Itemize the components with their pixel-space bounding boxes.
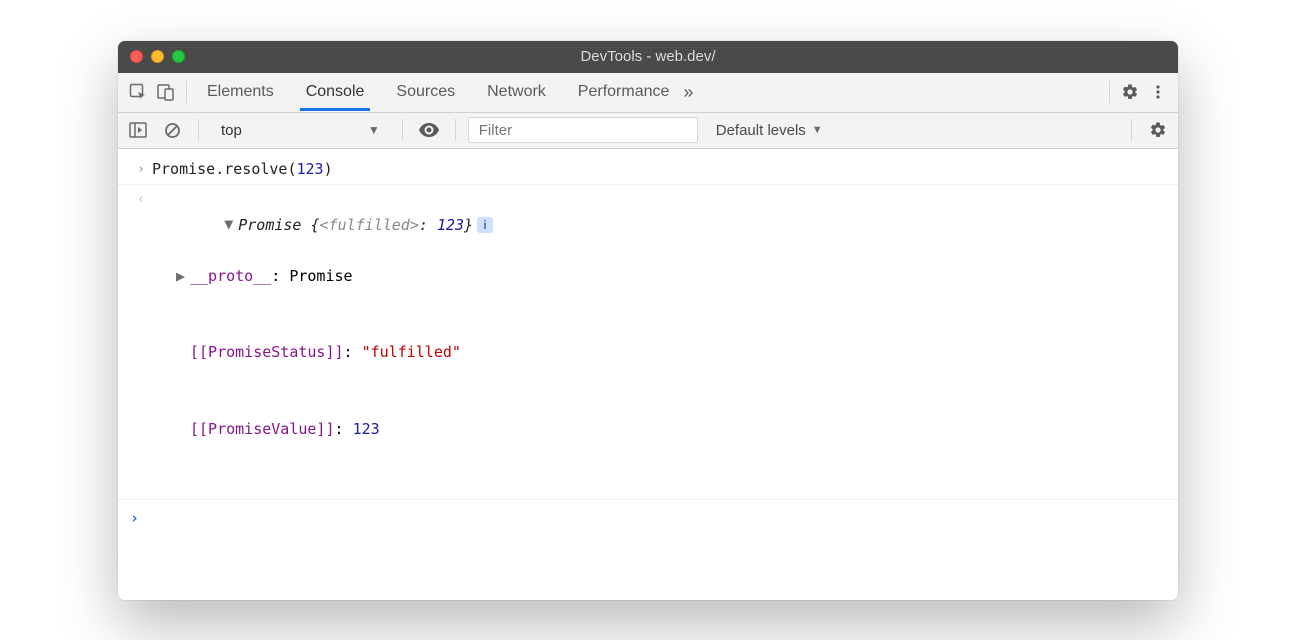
zoom-window-button[interactable] [172, 50, 185, 63]
chevron-down-icon: ▼ [368, 123, 380, 137]
window-controls [118, 50, 185, 63]
panel-tabs: Elements Console Sources Network Perform… [203, 75, 673, 110]
tab-sources[interactable]: Sources [392, 75, 459, 110]
tab-performance[interactable]: Performance [574, 75, 674, 110]
separator [198, 119, 199, 141]
separator [1109, 81, 1110, 103]
devtools-window: DevTools - web.dev/ Elements Console Sou… [118, 41, 1178, 600]
live-expression-eye-icon[interactable] [415, 116, 443, 144]
titlebar: DevTools - web.dev/ [118, 41, 1178, 73]
panel-tabs-bar: Elements Console Sources Network Perform… [118, 73, 1178, 113]
result-object[interactable]: ▼Promise {<fulfilled>: 123}i ▶__proto__:… [152, 187, 1166, 493]
input-expression: Promise.resolve(123) [152, 157, 1166, 183]
window-title: DevTools - web.dev/ [118, 48, 1178, 65]
expand-toggle-icon[interactable]: ▼ [224, 212, 238, 238]
log-levels-label: Default levels [716, 122, 806, 139]
inspect-element-icon[interactable] [124, 78, 152, 106]
separator [186, 81, 187, 103]
console-prompt[interactable]: › [118, 500, 1178, 596]
promise-status-row: [[PromiseStatus]]: "fulfilled" [152, 340, 1166, 366]
proto-row[interactable]: ▶__proto__: Promise [152, 264, 1166, 290]
promise-value-row: [[PromiseValue]]: 123 [152, 417, 1166, 443]
log-levels-selector[interactable]: Default levels ▼ [704, 122, 835, 139]
console-result: ‹ ▼Promise {<fulfilled>: 123}i ▶__proto_… [118, 185, 1178, 500]
console-toolbar: top ▼ Default levels ▼ [118, 113, 1178, 149]
execution-context-selector[interactable]: top ▼ [211, 117, 390, 143]
tabs-overflow-icon[interactable]: » [673, 82, 703, 103]
clear-console-icon[interactable] [158, 116, 186, 144]
toggle-console-sidebar-icon[interactable] [124, 116, 152, 144]
expand-toggle-icon[interactable]: ▶ [176, 264, 190, 290]
tab-console[interactable]: Console [302, 75, 369, 110]
kebab-menu-icon[interactable] [1144, 78, 1172, 106]
minimize-window-button[interactable] [151, 50, 164, 63]
settings-gear-icon[interactable] [1116, 78, 1144, 106]
tab-network[interactable]: Network [483, 75, 550, 110]
prompt-caret-icon: › [130, 506, 152, 532]
console-body: › Promise.resolve(123) ‹ ▼Promise {<fulf… [118, 149, 1178, 600]
chevron-down-icon: ▼ [812, 124, 823, 136]
context-label: top [221, 122, 242, 139]
filter-input[interactable] [468, 117, 698, 143]
close-window-button[interactable] [130, 50, 143, 63]
device-toolbar-icon[interactable] [152, 78, 180, 106]
tab-elements[interactable]: Elements [203, 75, 278, 110]
console-settings-gear-icon[interactable] [1144, 116, 1172, 144]
input-caret-icon: › [130, 157, 152, 183]
console-input-echo: › Promise.resolve(123) [118, 155, 1178, 186]
result-caret-icon: ‹ [130, 187, 152, 493]
info-badge-icon[interactable]: i [477, 217, 493, 233]
separator [402, 119, 403, 141]
separator [1131, 119, 1132, 141]
separator [455, 119, 456, 141]
